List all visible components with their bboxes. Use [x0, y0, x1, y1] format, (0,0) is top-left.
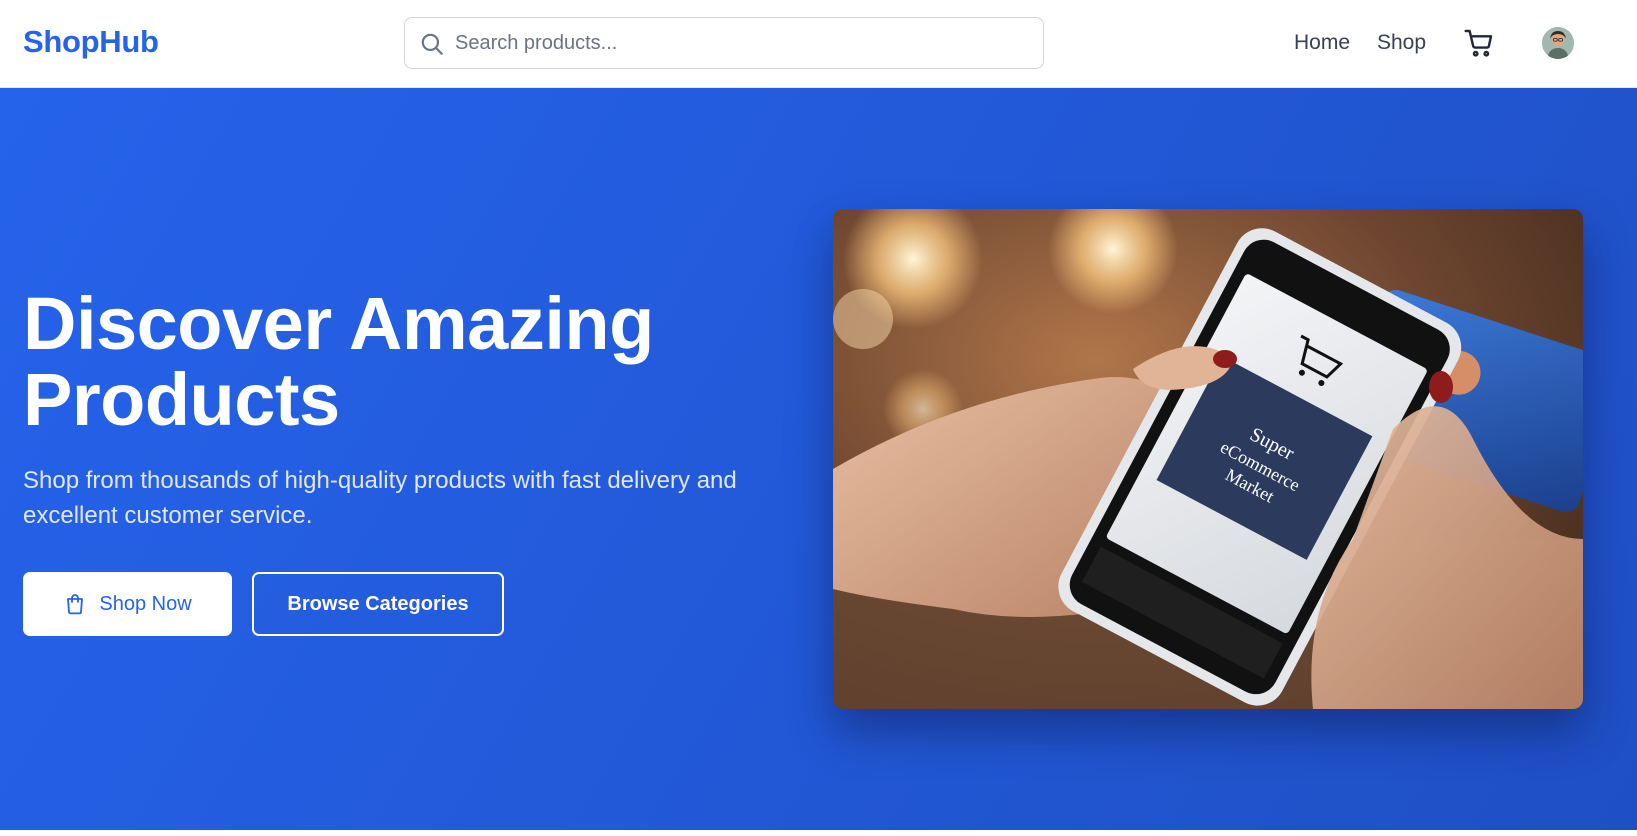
search-input[interactable]: [455, 26, 1025, 60]
shop-now-button[interactable]: Shop Now: [23, 572, 232, 636]
cart-icon[interactable]: [1463, 27, 1495, 59]
hero-image: Super eCommerce Market: [833, 209, 1583, 709]
avatar-image: [1542, 27, 1574, 59]
search-bar[interactable]: [404, 17, 1044, 69]
search-icon: [421, 33, 443, 55]
shop-now-label: Shop Now: [99, 592, 192, 615]
hero-subtitle: Shop from thousands of high-quality prod…: [23, 467, 737, 529]
hero-section: Discover Amazing Products Shop from thou…: [0, 88, 1637, 830]
shopping-bag-icon: [67, 594, 84, 615]
browse-categories-label: Browse Categories: [287, 592, 469, 615]
nav-link-home[interactable]: Home: [1294, 31, 1350, 55]
user-avatar[interactable]: [1542, 27, 1574, 59]
brand-logo[interactable]: ShopHub: [23, 24, 159, 60]
top-navbar: ShopHub Home Shop: [0, 0, 1637, 88]
browse-categories-button[interactable]: Browse Categories: [252, 572, 504, 636]
phone-shopping-photo: Super eCommerce Market: [833, 209, 1583, 709]
hero-title: Discover Amazing Products: [23, 282, 654, 441]
nav-link-shop[interactable]: Shop: [1377, 31, 1426, 55]
